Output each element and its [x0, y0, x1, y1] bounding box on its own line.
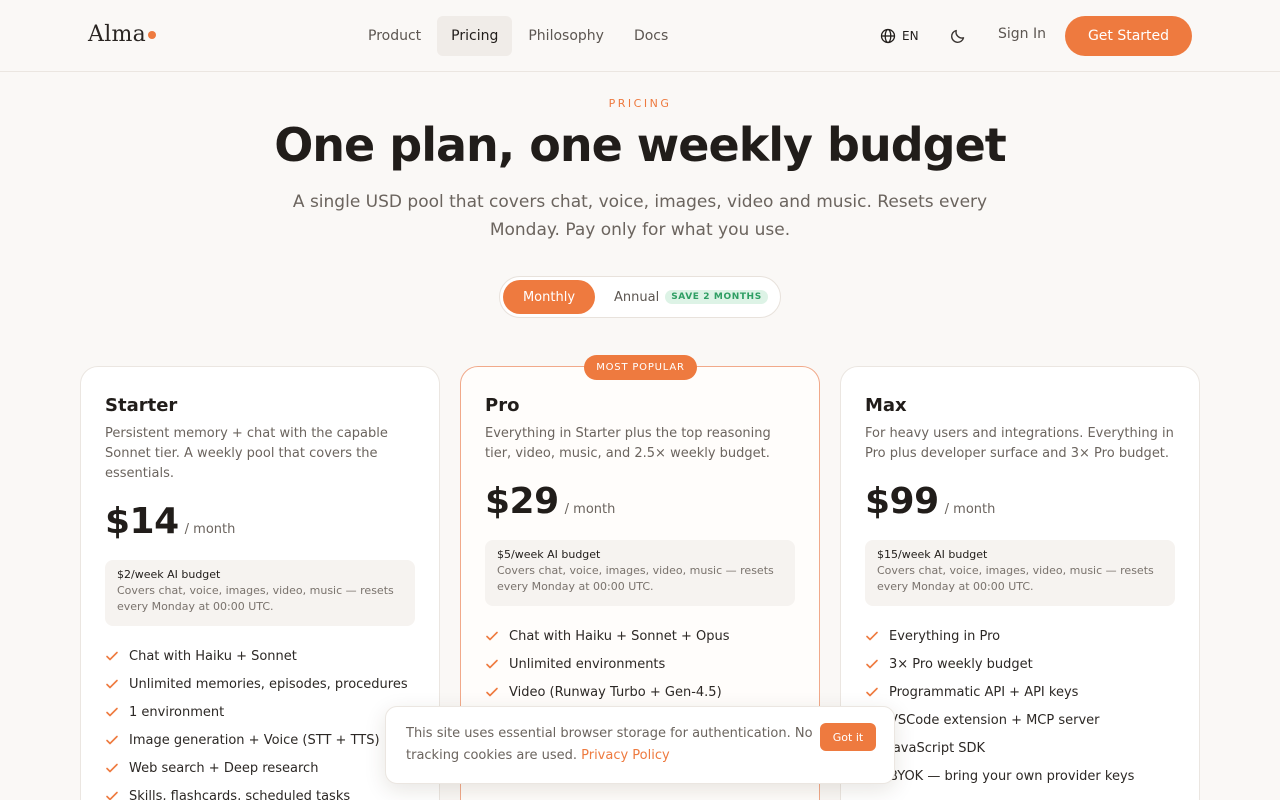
- feature-text: JavaScript SDK: [889, 740, 986, 756]
- plan-name: Max: [865, 395, 907, 416]
- get-started-button[interactable]: Get Started: [1065, 16, 1192, 56]
- feature-text: Video (Runway Turbo + Gen-4.5): [509, 684, 722, 700]
- check-icon: [486, 687, 498, 697]
- check-icon: [106, 679, 118, 689]
- feature-text: Chat with Haiku + Sonnet + Opus: [509, 628, 730, 644]
- check-icon: [866, 659, 878, 669]
- price-period: / month: [944, 502, 996, 517]
- feature-list: Chat with Haiku + Sonnet + Opus Unlimite…: [485, 622, 730, 706]
- check-icon: [866, 687, 878, 697]
- price-amount: $99: [865, 481, 939, 522]
- most-popular-badge: MOST POPULAR: [584, 355, 697, 380]
- cookie-accept-button[interactable]: Got it: [820, 723, 876, 751]
- feature-item: Everything in Pro: [865, 622, 1134, 650]
- page-title: One plan, one weekly budget: [274, 118, 1007, 172]
- feature-item: Web search + Deep research: [105, 754, 408, 782]
- feature-text: VSCode extension + MCP server: [889, 712, 1100, 728]
- price-period: / month: [184, 522, 236, 537]
- price-period: / month: [564, 502, 616, 517]
- check-icon: [106, 707, 118, 717]
- budget-title: $15/week AI budget: [877, 548, 988, 561]
- feature-list: Everything in Pro 3× Pro weekly budget P…: [865, 622, 1134, 790]
- check-icon: [486, 659, 498, 669]
- feature-item: Image generation + Voice (STT + TTS): [105, 726, 408, 754]
- feature-text: Unlimited memories, episodes, procedures: [129, 676, 408, 692]
- plan-price: $99 / month: [865, 481, 995, 522]
- feature-text: 1 environment: [129, 704, 225, 720]
- main-nav: Product Pricing Philosophy Docs: [354, 16, 682, 56]
- check-icon: [106, 651, 118, 661]
- feature-text: Web search + Deep research: [129, 760, 319, 776]
- feature-text: Everything in Pro: [889, 628, 1001, 644]
- plan-name: Pro: [485, 395, 520, 416]
- plan-price: $14 / month: [105, 501, 235, 542]
- budget-box: $15/week AI budget Covers chat, voice, i…: [865, 540, 1175, 606]
- plan-name: Starter: [105, 395, 178, 416]
- budget-title: $5/week AI budget: [497, 548, 601, 561]
- feature-text: Programmatic API + API keys: [889, 684, 1079, 700]
- billing-monthly-option[interactable]: Monthly: [503, 280, 595, 314]
- feature-text: Chat with Haiku + Sonnet: [129, 648, 297, 664]
- check-icon: [106, 735, 118, 745]
- billing-annual-option[interactable]: Annual SAVE 2 MONTHS: [600, 280, 768, 314]
- nav-item-product[interactable]: Product: [354, 16, 435, 56]
- billing-toggle: Monthly Annual SAVE 2 MONTHS: [499, 276, 781, 318]
- globe-icon: [880, 28, 896, 44]
- budget-box: $2/week AI budget Covers chat, voice, im…: [105, 560, 415, 626]
- feature-list: Chat with Haiku + Sonnet Unlimited memor…: [105, 642, 408, 800]
- section-eyebrow: PRICING: [608, 97, 672, 110]
- brand-name[interactable]: Alma: [88, 22, 146, 47]
- cookie-banner: This site uses essential browser storage…: [385, 706, 895, 784]
- feature-text: Unlimited environments: [509, 656, 666, 672]
- plan-description: For heavy users and integrations. Everyt…: [865, 426, 1174, 461]
- budget-note: Covers chat, voice, images, video, music…: [877, 564, 1154, 593]
- feature-text: 3× Pro weekly budget: [889, 656, 1033, 672]
- feature-item: Chat with Haiku + Sonnet: [105, 642, 408, 670]
- price-amount: $29: [485, 481, 559, 522]
- price-amount: $14: [105, 501, 179, 542]
- check-icon: [106, 791, 118, 800]
- feature-item: Unlimited environments: [485, 650, 730, 678]
- feature-item: BYOK — bring your own provider keys: [865, 762, 1134, 790]
- site-header: Alma Product Pricing Philosophy Docs EN …: [0, 0, 1280, 72]
- brand-logo[interactable]: Alma: [88, 22, 157, 47]
- feature-item: Chat with Haiku + Sonnet + Opus: [485, 622, 730, 650]
- language-code: EN: [902, 29, 919, 43]
- feature-item: 3× Pro weekly budget: [865, 650, 1134, 678]
- check-icon: [866, 631, 878, 641]
- budget-title: $2/week AI budget: [117, 568, 221, 581]
- budget-box: $5/week AI budget Covers chat, voice, im…: [485, 540, 795, 606]
- language-selector[interactable]: EN: [880, 26, 919, 46]
- nav-item-docs[interactable]: Docs: [620, 16, 682, 56]
- save-badge: SAVE 2 MONTHS: [665, 290, 768, 304]
- feature-item: Programmatic API + API keys: [865, 678, 1134, 706]
- privacy-policy-link[interactable]: Privacy Policy: [581, 748, 670, 763]
- check-icon: [486, 631, 498, 641]
- feature-item: Unlimited memories, episodes, procedures: [105, 670, 408, 698]
- feature-item: Video (Runway Turbo + Gen-4.5): [485, 678, 730, 706]
- moon-icon[interactable]: [949, 27, 967, 45]
- feature-item: 1 environment: [105, 698, 408, 726]
- budget-note: Covers chat, voice, images, video, music…: [117, 584, 394, 613]
- feature-text: Skills, flashcards, scheduled tasks: [129, 788, 351, 800]
- check-icon: [106, 763, 118, 773]
- logo-dot: [148, 31, 157, 39]
- sign-in-link[interactable]: Sign In: [998, 26, 1046, 42]
- feature-text: Image generation + Voice (STT + TTS): [129, 732, 380, 748]
- billing-annual-label: Annual: [614, 289, 660, 305]
- feature-item: VSCode extension + MCP server: [865, 706, 1134, 734]
- plan-description: Persistent memory + chat with the capabl…: [105, 426, 388, 481]
- feature-item: JavaScript SDK: [865, 734, 1134, 762]
- plan-price: $29 / month: [485, 481, 615, 522]
- budget-note: Covers chat, voice, images, video, music…: [497, 564, 774, 593]
- feature-item: Skills, flashcards, scheduled tasks: [105, 782, 408, 800]
- plan-description: Everything in Starter plus the top reaso…: [485, 426, 771, 461]
- nav-item-philosophy[interactable]: Philosophy: [514, 16, 618, 56]
- nav-item-pricing[interactable]: Pricing: [437, 16, 513, 56]
- cookie-text: This site uses essential browser storage…: [406, 723, 816, 767]
- feature-text: BYOK — bring your own provider keys: [889, 768, 1135, 784]
- page-subtitle: A single USD pool that covers chat, voic…: [292, 192, 988, 240]
